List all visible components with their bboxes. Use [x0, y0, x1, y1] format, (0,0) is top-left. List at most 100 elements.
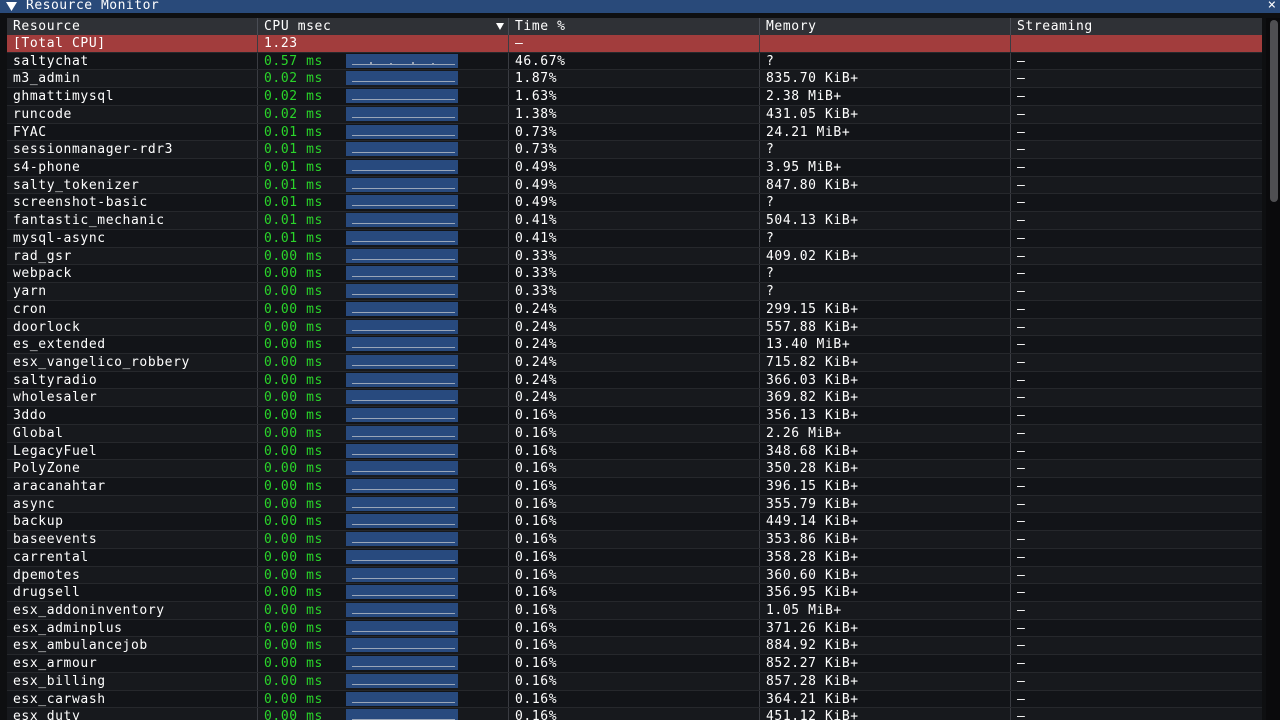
memory-value: 2.26 MiB+ [760, 424, 1011, 442]
streaming-value: – [1017, 160, 1026, 176]
table-row[interactable]: dpemotes 0.00 ms 0.16% 360.60 KiB+ – [7, 566, 1262, 585]
sparkline-trace [352, 311, 455, 313]
table-row[interactable]: esx_armour 0.00 ms 0.16% 852.27 KiB+ – [7, 655, 1262, 673]
memory-value: 358.28 KiB+ [760, 548, 1011, 566]
table-row[interactable]: 3ddo 0.00 ms 0.16% 356.13 KiB+ – [7, 407, 1262, 425]
memory-value: ? [760, 283, 1011, 300]
vertical-scrollbar[interactable] [1266, 18, 1280, 720]
table-row[interactable]: baseevents 0.00 ms 0.16% 353.86 KiB+ – [7, 531, 1262, 549]
column-header-resource[interactable]: Resource [7, 18, 258, 35]
resource-name: wholesaler [7, 389, 258, 407]
time-percent-value: 0.16% [509, 690, 760, 708]
memory-value: 2.38 MiB+ [760, 88, 1011, 105]
column-header-time-percent[interactable]: Time % [509, 18, 760, 35]
table-row[interactable]: PolyZone 0.00 ms 0.16% 350.28 KiB+ – [7, 460, 1262, 478]
sparkline-trace [352, 506, 455, 508]
resource-name: dpemotes [7, 566, 258, 584]
memory-value: 366.03 KiB+ [760, 371, 1011, 389]
time-percent-value: 0.16% [509, 477, 760, 495]
close-icon[interactable]: × [1268, 0, 1276, 12]
table-row[interactable]: m3_admin 0.02 ms 1.87% 835.70 KiB+ – [7, 70, 1262, 89]
table-row[interactable]: FYAC 0.01 ms 0.73% 24.21 MiB+ – [7, 123, 1262, 142]
window-title-bar[interactable]: Resource Monitor × [0, 0, 1280, 13]
table-row[interactable]: mysql-async 0.01 ms 0.41%? – [7, 229, 1262, 248]
table-row[interactable]: doorlock 0.00 ms 0.24% 557.88 KiB+ – [7, 318, 1262, 337]
cpu-msec-value: 0.01 ms [264, 160, 323, 176]
cpu-sparkline [346, 620, 458, 635]
table-row[interactable]: cron 0.00 ms 0.24% 299.15 KiB+ – [7, 300, 1262, 319]
sparkline-trace [352, 276, 455, 278]
streaming-value: – [1017, 53, 1026, 69]
cpu-msec-value: 0.00 ms [264, 266, 323, 282]
table-row[interactable]: esx_adminplus 0.00 ms 0.16% 371.26 KiB+ – [7, 619, 1262, 638]
column-header-streaming[interactable]: Streaming [1011, 18, 1262, 35]
cpu-sparkline [346, 425, 458, 440]
streaming-value: – [1017, 266, 1026, 282]
table-row[interactable]: s4-phone 0.01 ms 0.49% 3.95 MiB+ – [7, 159, 1262, 177]
table-row[interactable]: carrental 0.00 ms 0.16% 358.28 KiB+ – [7, 548, 1262, 567]
cpu-sparkline [346, 266, 458, 281]
table-row[interactable]: sessionmanager-rdr3 0.01 ms 0.73%? – [7, 141, 1262, 160]
table-row[interactable]: esx_addoninventory 0.00 ms 0.16% 1.05 MiB+ – [7, 602, 1262, 620]
resource-name: async [7, 495, 258, 513]
resource-name: cron [7, 300, 258, 318]
table-row[interactable]: es_extended 0.00 ms 0.24% 13.40 MiB+ – [7, 336, 1262, 354]
sparkline-trace [352, 187, 455, 189]
table-row[interactable]: wholesaler 0.00 ms 0.24% 369.82 KiB+ – [7, 389, 1262, 408]
time-percent-value: 0.49% [509, 194, 760, 212]
table-row[interactable]: esx_billing 0.00 ms 0.16% 857.28 KiB+ – [7, 672, 1262, 691]
resource-name: esx_vangelico_robbery [7, 353, 258, 371]
table-row[interactable]: async 0.00 ms 0.16% 355.79 KiB+ – [7, 495, 1262, 514]
table-row[interactable]: esx_ambulancejob 0.00 ms 0.16% 884.92 KiB+ – [7, 637, 1262, 656]
sparkline-trace [352, 471, 455, 473]
streaming-value: – [1017, 673, 1026, 689]
table-row[interactable]: runcode 0.02 ms 1.38% 431.05 KiB+ – [7, 105, 1262, 124]
table-row[interactable]: aracanahtar 0.00 ms 0.16% 396.15 KiB+ – [7, 477, 1262, 496]
streaming-value: – [1017, 71, 1026, 87]
cpu-msec-value: 0.02 ms [264, 89, 323, 105]
cpu-sparkline [346, 443, 458, 458]
table-row[interactable]: esx_carwash 0.00 ms 0.16% 364.21 KiB+ – [7, 690, 1262, 709]
cpu-sparkline [346, 230, 458, 245]
table-row[interactable]: salty_tokenizer 0.01 ms 0.49% 847.80 KiB+ – [7, 176, 1262, 195]
table-row[interactable]: screenshot-basic 0.01 ms 0.49%? – [7, 194, 1262, 213]
scrollbar-thumb[interactable] [1270, 20, 1278, 202]
table-row[interactable]: saltychat 0.57 ms 46.67%? – [7, 52, 1262, 71]
table-row[interactable]: backup 0.00 ms 0.16% 449.14 KiB+ – [7, 513, 1262, 532]
table-row[interactable]: LegacyFuel 0.00 ms 0.16% 348.68 KiB+ – [7, 442, 1262, 461]
table-row[interactable]: rad_gsr 0.00 ms 0.33% 409.02 KiB+ – [7, 247, 1262, 266]
cpu-msec-cell: 0.00 ms [258, 407, 509, 424]
table-row[interactable]: esx_duty 0.00 ms 0.16% 451.12 KiB+ – [7, 708, 1262, 720]
cpu-msec-cell: 0.00 ms [258, 602, 509, 619]
cpu-msec-cell: 0.01 ms [258, 141, 509, 159]
time-percent-value: 0.16% [509, 548, 760, 566]
table-row[interactable]: Global 0.00 ms 0.16% 2.26 MiB+ – [7, 424, 1262, 443]
resource-name: saltychat [7, 52, 258, 70]
cpu-msec-cell: 0.00 ms [258, 300, 509, 318]
table-row[interactable]: webpack 0.00 ms 0.33%? – [7, 265, 1262, 284]
streaming-value: – [1017, 301, 1026, 317]
table-body: [Total CPU] 1.23– saltychat 0.57 ms 46.67%? –… [7, 35, 1262, 720]
table-row[interactable]: saltyradio 0.00 ms 0.24% 366.03 KiB+ – [7, 371, 1262, 390]
table-row[interactable]: yarn 0.00 ms 0.33%? – [7, 283, 1262, 301]
cpu-msec-cell: 0.00 ms [258, 247, 509, 265]
table-row[interactable]: fantastic_mechanic 0.01 ms 0.41% 504.13 KiB… [7, 212, 1262, 230]
cpu-sparkline [346, 532, 458, 547]
total-cpu-row[interactable]: [Total CPU] 1.23 – [7, 35, 1262, 53]
column-header-memory[interactable]: Memory [760, 18, 1011, 35]
cpu-msec-cell: 0.01 ms [258, 123, 509, 141]
collapse-triangle-icon[interactable] [6, 0, 20, 13]
sparkline-trace [352, 294, 455, 296]
cpu-sparkline [346, 709, 458, 720]
cpu-msec-value: 0.00 ms [264, 691, 323, 707]
sparkline-trace [352, 364, 455, 366]
table-row[interactable]: drugsell 0.00 ms 0.16% 356.95 KiB+ – [7, 584, 1262, 602]
cpu-msec-cell: 0.57 ms [258, 52, 509, 70]
time-percent-value: 0.24% [509, 353, 760, 371]
column-header-cpu-msec[interactable]: CPU msec [258, 18, 509, 35]
cpu-msec-value: 0.00 ms [264, 549, 323, 565]
table-row[interactable]: ghmattimysql 0.02 ms 1.63% 2.38 MiB+ – [7, 88, 1262, 106]
resource-name: doorlock [7, 318, 258, 336]
table-row[interactable]: esx_vangelico_robbery 0.00 ms 0.24% 715.82 … [7, 353, 1262, 372]
cpu-msec-value: 0.00 ms [264, 620, 323, 636]
